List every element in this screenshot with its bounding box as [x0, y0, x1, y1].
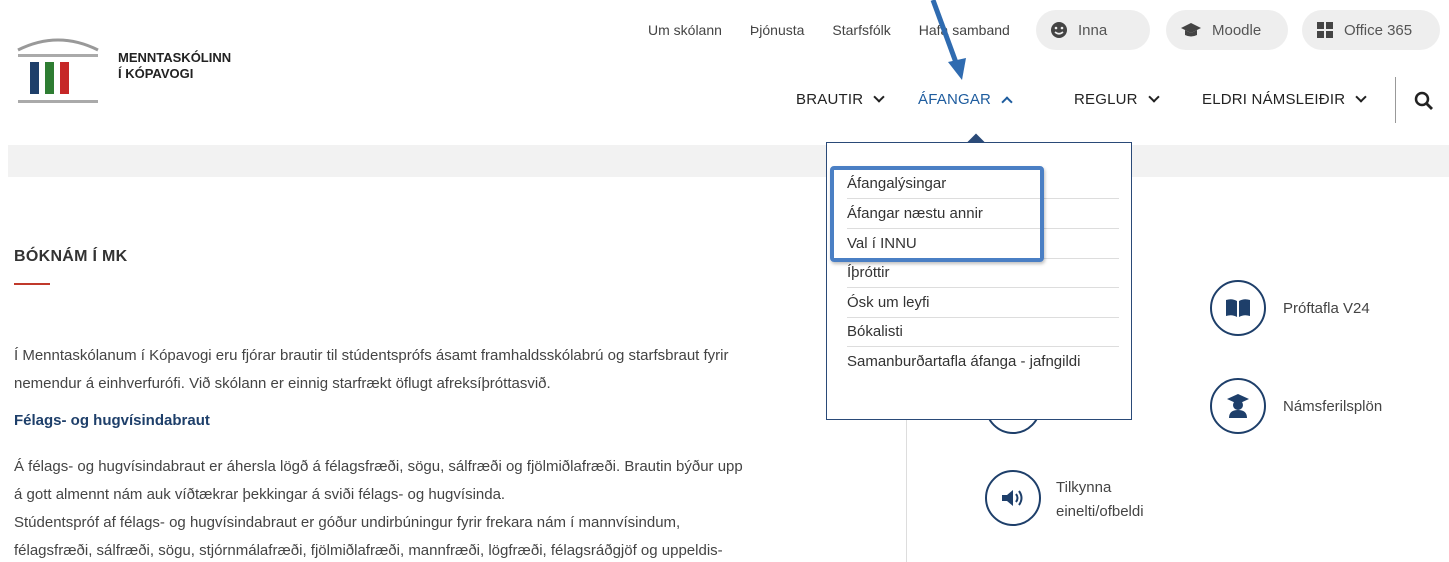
- chevron-down-icon: [873, 90, 885, 103]
- moodle-button[interactable]: Moodle: [1166, 10, 1288, 50]
- p2-line-1: Á félags- og hugvísindabraut er áhersla …: [14, 458, 743, 475]
- dropdown-item-ithrottir[interactable]: Íþróttir: [847, 258, 1119, 288]
- section-subheading: Félags- og hugvísindabraut: [14, 412, 210, 429]
- proftafla-circle[interactable]: [1210, 280, 1266, 336]
- nav-eldri-namsleidir[interactable]: ELDRI NÁMSLEIÐIR: [1202, 90, 1367, 108]
- dropdown-item-osk-um-leyfi[interactable]: Ósk um leyfi: [847, 288, 1119, 318]
- link-thjonusta[interactable]: Þjónusta: [750, 22, 804, 38]
- highlight-annotation-box: [830, 166, 1044, 262]
- utility-nav: Um skólann Þjónusta Starfsfólk Hafa samb…: [648, 22, 1038, 38]
- header-band: [8, 145, 1449, 177]
- tilkynna-label[interactable]: Tilkynna einelti/ofbeldi: [1056, 476, 1144, 524]
- inna-button[interactable]: Inna: [1036, 10, 1150, 50]
- tilkynna-line-2: einelti/ofbeldi: [1056, 503, 1144, 520]
- namsferil-circle[interactable]: [1210, 378, 1266, 434]
- chevron-up-icon: [1001, 95, 1013, 108]
- p2-line-2: á gott almennt nám auk víðtækrar þekking…: [14, 486, 506, 503]
- smile-icon: [1051, 22, 1067, 38]
- content-divider: [906, 400, 907, 562]
- link-starfsfolk[interactable]: Starfsfólk: [832, 22, 890, 38]
- office-365-button[interactable]: Office 365: [1302, 10, 1440, 50]
- search-icon[interactable]: [1414, 91, 1434, 111]
- paragraph-3: Stúdentspróf af félags- og hugvísindabra…: [14, 509, 844, 562]
- tilkynna-circle[interactable]: [985, 470, 1041, 526]
- nav-afangar-label: ÁFANGAR: [918, 91, 992, 108]
- nav-brautir-label: BRAUTIR: [796, 91, 864, 108]
- p3-line-2: félagsfræði, sálfræði, sögu, stjórnmálaf…: [14, 542, 723, 559]
- chevron-down-icon: [1355, 90, 1367, 103]
- book-icon: [1226, 299, 1250, 317]
- chevron-down-icon: [1148, 90, 1160, 103]
- windows-icon: [1317, 22, 1333, 38]
- graduation-cap-icon: [1181, 23, 1201, 37]
- logo-emblem-icon: [17, 38, 99, 103]
- logo-text[interactable]: MENNTASKÓLINN Í KÓPAVOGI: [118, 50, 231, 82]
- logo-line-2: Í KÓPAVOGI: [118, 66, 194, 81]
- title-underline: [14, 283, 50, 285]
- intro-paragraph: Í Menntaskólanum í Kópavogi eru fjórar b…: [14, 342, 844, 398]
- moodle-label: Moodle: [1212, 21, 1262, 39]
- logo-line-1: MENNTASKÓLINN: [118, 50, 232, 65]
- inna-label: Inna: [1078, 21, 1108, 39]
- proftafla-label[interactable]: Próftafla V24: [1283, 297, 1370, 321]
- graduate-icon: [1227, 394, 1249, 418]
- office-label: Office 365: [1344, 21, 1413, 39]
- dropdown-item-bokalisti[interactable]: Bókalisti: [847, 317, 1119, 347]
- nav-eldri-label: ELDRI NÁMSLEIÐIR: [1202, 91, 1346, 108]
- link-um-skolann[interactable]: Um skólann: [648, 22, 722, 38]
- dropdown-item-samanburdartafla[interactable]: Samanburðartafla áfanga - jafngildi: [847, 347, 1119, 377]
- intro-line-1: Í Menntaskólanum í Kópavogi eru fjórar b…: [14, 347, 729, 364]
- link-hafa-samband[interactable]: Hafa samband: [919, 22, 1010, 38]
- nav-afangar[interactable]: ÁFANGAR: [918, 91, 1013, 108]
- paragraph-2: Á félags- og hugvísindabraut er áhersla …: [14, 453, 844, 509]
- p3-line-1: Stúdentspróf af félags- og hugvísindabra…: [14, 514, 681, 531]
- nav-reglur[interactable]: REGLUR: [1074, 90, 1160, 108]
- page-title: BÓKNÁM Í MK: [14, 248, 128, 265]
- nav-divider: [1395, 77, 1396, 123]
- tilkynna-line-1: Tilkynna: [1056, 479, 1112, 496]
- nav-brautir[interactable]: BRAUTIR: [796, 90, 885, 108]
- namsferil-label[interactable]: Námsferilsplön: [1283, 395, 1382, 419]
- speaker-icon: [1002, 490, 1023, 506]
- nav-reglur-label: REGLUR: [1074, 91, 1138, 108]
- intro-line-2: nemendur á einhverfurófi. Við skólann er…: [14, 375, 551, 392]
